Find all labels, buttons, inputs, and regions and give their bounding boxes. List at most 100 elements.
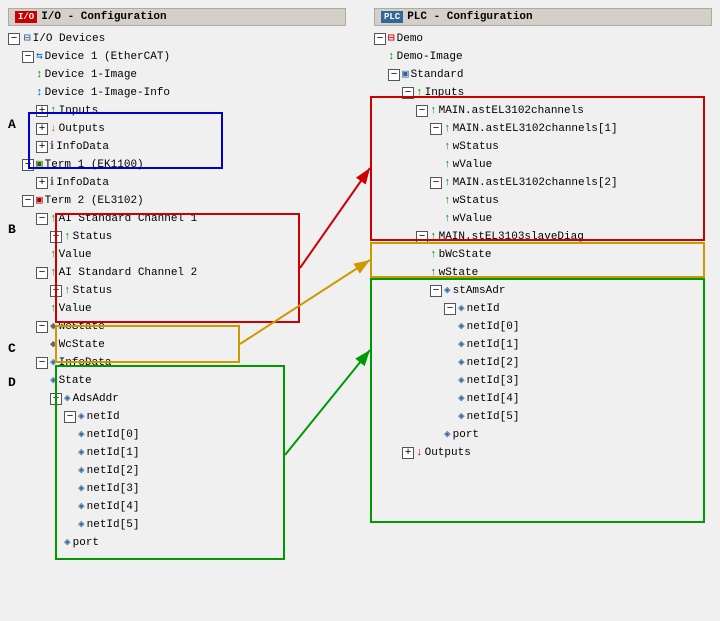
expand-device1[interactable]: − bbox=[22, 51, 34, 63]
tree-row-port-l[interactable]: ◈ port bbox=[8, 534, 346, 552]
expand-inputs-a[interactable]: + bbox=[36, 105, 48, 117]
tree-row-netid1-r[interactable]: ◈ netId[1] bbox=[374, 336, 712, 354]
expand-io-devices[interactable]: − bbox=[8, 33, 20, 45]
tree-row-infodata-a[interactable]: + ℹ InfoData bbox=[8, 138, 346, 156]
tree-row-main-el3102[interactable]: − ↑ MAIN.astEL3102channels bbox=[374, 102, 712, 120]
expand-ai2-status[interactable]: + bbox=[50, 285, 62, 297]
tree-row-netid5-r[interactable]: ◈ netId[5] bbox=[374, 408, 712, 426]
expand-infodata-a[interactable]: + bbox=[36, 141, 48, 153]
tree-row-netid-l[interactable]: − ◈ netId bbox=[8, 408, 346, 426]
netid2-r-icon: ◈ bbox=[458, 354, 465, 372]
wcstate-leaf-icon: ◆ bbox=[50, 336, 57, 354]
state-icon: ◈ bbox=[50, 372, 57, 390]
tree-row-netid3-r[interactable]: ◈ netId[3] bbox=[374, 372, 712, 390]
main-container: I/O I/O - Configuration − ⊟ I/O Devices … bbox=[0, 0, 720, 621]
expand-main-el3102-1[interactable]: − bbox=[430, 123, 442, 135]
tree-row-main-el3102-2[interactable]: − ↑ MAIN.astEL3102channels[2] bbox=[374, 174, 712, 192]
tree-row-netid0-l[interactable]: ◈ netId[0] bbox=[8, 426, 346, 444]
expand-netid-l[interactable]: − bbox=[64, 411, 76, 423]
tree-row-wstatus-2[interactable]: ↑ wStatus bbox=[374, 192, 712, 210]
tree-row-standard[interactable]: − ▣ Standard bbox=[374, 66, 712, 84]
tree-row-netid5-l[interactable]: ◈ netId[5] bbox=[8, 516, 346, 534]
bwcstate-icon: ↑ bbox=[430, 246, 437, 264]
tree-row-bwcstate[interactable]: ↑ bWcState bbox=[374, 246, 712, 264]
tree-row-main-el3102-1[interactable]: − ↑ MAIN.astEL3102channels[1] bbox=[374, 120, 712, 138]
tree-row-wcstate[interactable]: − ◆ WcState bbox=[8, 318, 346, 336]
tree-row-netid4-r[interactable]: ◈ netId[4] bbox=[374, 390, 712, 408]
expand-main-diag[interactable]: − bbox=[416, 231, 428, 243]
tree-row-inputs-a[interactable]: + ↑ Inputs bbox=[8, 102, 346, 120]
expand-netid-r[interactable]: − bbox=[444, 303, 456, 315]
tree-row-main-diag[interactable]: − ↑ MAIN.stEL3103slaveDiag bbox=[374, 228, 712, 246]
tree-row-ai2[interactable]: − ↑ AI Standard Channel 2 bbox=[8, 264, 346, 282]
expand-term2[interactable]: − bbox=[22, 195, 34, 207]
netid5-l-icon: ◈ bbox=[78, 516, 85, 534]
tree-row-inputs-r[interactable]: − ↑ Inputs bbox=[374, 84, 712, 102]
expand-adsaddr[interactable]: − bbox=[50, 393, 62, 405]
tree-row-netid1-l[interactable]: ◈ netId[1] bbox=[8, 444, 346, 462]
expand-outputs-a[interactable]: + bbox=[36, 123, 48, 135]
tree-row-netid4-l[interactable]: ◈ netId[4] bbox=[8, 498, 346, 516]
tree-row-ai1-value[interactable]: ↑ Value bbox=[8, 246, 346, 264]
tree-row-wvalue-2[interactable]: ↑ wValue bbox=[374, 210, 712, 228]
tree-row-term1[interactable]: − ▣ Term 1 (EK1100) bbox=[8, 156, 346, 174]
tree-row-term2[interactable]: − ▣ Term 2 (EL3102) bbox=[8, 192, 346, 210]
tree-row-demo[interactable]: − ⊟ Demo bbox=[374, 30, 712, 48]
tree-row-netid2-l[interactable]: ◈ netId[2] bbox=[8, 462, 346, 480]
tree-row-netid-r[interactable]: − ◈ netId bbox=[374, 300, 712, 318]
netid0-r-icon: ◈ bbox=[458, 318, 465, 336]
main-el3102-2-label: MAIN.astEL3102channels[2] bbox=[453, 174, 618, 192]
tree-row-wstatus-1[interactable]: ↑ wStatus bbox=[374, 138, 712, 156]
ai1-status-label: Status bbox=[73, 228, 113, 246]
tree-row-netid2-r[interactable]: ◈ netId[2] bbox=[374, 354, 712, 372]
tree-row-wstate[interactable]: ↑ wState bbox=[374, 264, 712, 282]
tree-row-netid0-r[interactable]: ◈ netId[0] bbox=[374, 318, 712, 336]
main-el3102-1-label: MAIN.astEL3102channels[1] bbox=[453, 120, 618, 138]
expand-outputs-r[interactable]: + bbox=[402, 447, 414, 459]
tree-row-demo-image[interactable]: ↕ Demo-Image bbox=[374, 48, 712, 66]
netid0-r-label: netId[0] bbox=[467, 318, 520, 336]
netid1-r-label: netId[1] bbox=[467, 336, 520, 354]
expand-main-el3102[interactable]: − bbox=[416, 105, 428, 117]
tree-row-io-devices[interactable]: − ⊟ I/O Devices bbox=[8, 30, 346, 48]
tree-row-outputs-a[interactable]: + ↓ Outputs bbox=[8, 120, 346, 138]
tree-row-ai2-value[interactable]: ↑ Value bbox=[8, 300, 346, 318]
expand-stamsadr[interactable]: − bbox=[430, 285, 442, 297]
tree-row-stamsadr[interactable]: − ◈ stAmsAdr bbox=[374, 282, 712, 300]
demo-image-label: Demo-Image bbox=[397, 48, 463, 66]
tree-row-ai2-status[interactable]: + ↑ Status bbox=[8, 282, 346, 300]
tree-row-netid3-l[interactable]: ◈ netId[3] bbox=[8, 480, 346, 498]
tree-row-device1-imageinfo[interactable]: ↕ Device 1-Image-Info bbox=[8, 84, 346, 102]
expand-demo[interactable]: − bbox=[374, 33, 386, 45]
port-r-icon: ◈ bbox=[444, 426, 451, 444]
expand-wcstate[interactable]: − bbox=[36, 321, 48, 333]
expand-infodata-term1[interactable]: + bbox=[36, 177, 48, 189]
expand-ai2[interactable]: − bbox=[36, 267, 48, 279]
tree-row-wcstate-leaf[interactable]: ◆ WcState bbox=[8, 336, 346, 354]
tree-row-port-r[interactable]: ◈ port bbox=[374, 426, 712, 444]
tree-row-state[interactable]: ◈ State bbox=[8, 372, 346, 390]
tree-row-ai1-status[interactable]: + ↑ Status bbox=[8, 228, 346, 246]
left-tree: − ⊟ I/O Devices − ⇆ Device 1 (EtherCAT) … bbox=[8, 30, 346, 552]
tree-row-device1[interactable]: − ⇆ Device 1 (EtherCAT) bbox=[8, 48, 346, 66]
tree-row-device1-image[interactable]: ↕ Device 1-Image bbox=[8, 66, 346, 84]
expand-term1[interactable]: − bbox=[22, 159, 34, 171]
expand-inputs-r[interactable]: − bbox=[402, 87, 414, 99]
wstatus-1-icon: ↑ bbox=[444, 138, 451, 156]
plc-icon: PLC bbox=[381, 11, 403, 23]
expand-standard[interactable]: − bbox=[388, 69, 400, 81]
tree-row-infodata-term1[interactable]: + ℹ InfoData bbox=[8, 174, 346, 192]
tree-row-ai1[interactable]: − ↑ AI Standard Channel 1 bbox=[8, 210, 346, 228]
expand-ai1[interactable]: − bbox=[36, 213, 48, 225]
image-green-icon: ↕ bbox=[36, 66, 43, 84]
expand-infodata-d[interactable]: − bbox=[36, 357, 48, 369]
tree-row-adsaddr[interactable]: − ◈ AdsAddr bbox=[8, 390, 346, 408]
term1-icon: ▣ bbox=[36, 156, 43, 174]
tree-row-infodata-d[interactable]: − ◈ InfoData bbox=[8, 354, 346, 372]
tree-row-outputs-r[interactable]: + ↓ Outputs bbox=[374, 444, 712, 462]
tree-row-wvalue-1[interactable]: ↑ wValue bbox=[374, 156, 712, 174]
expand-ai1-status[interactable]: + bbox=[50, 231, 62, 243]
expand-main-el3102-2[interactable]: − bbox=[430, 177, 442, 189]
outputs-r-label: Outputs bbox=[425, 444, 471, 462]
wcstate-icon: ◆ bbox=[50, 318, 57, 336]
